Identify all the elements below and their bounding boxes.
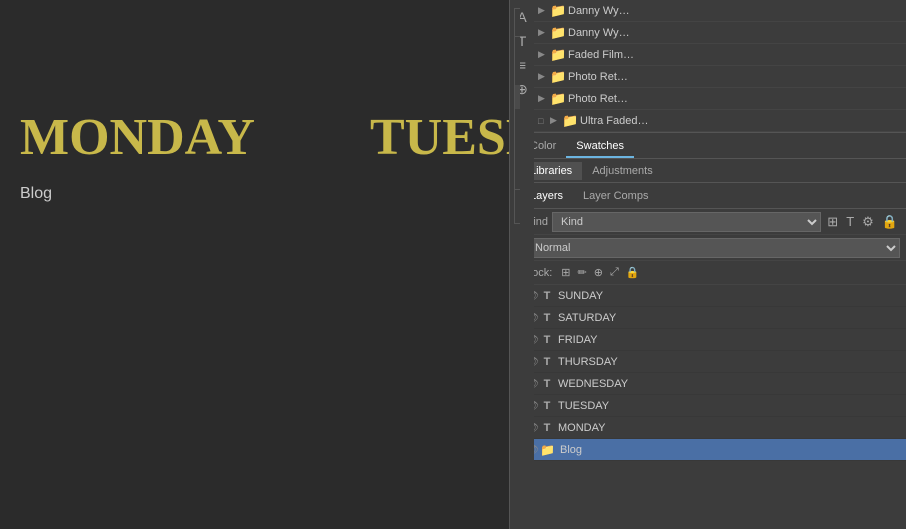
lock-transform-btn[interactable]: ⊕ bbox=[592, 266, 605, 279]
lock-all-btn[interactable]: 🔒 bbox=[624, 266, 642, 279]
lock-filter-btn[interactable]: 🔒 bbox=[880, 214, 900, 230]
top-layer-name-3: Faded Film… bbox=[568, 49, 902, 61]
adjustments-tab[interactable]: Adjustments bbox=[582, 162, 663, 180]
character-styles-panel: Paragr Character Styles ≫ ≡ None Typewri… bbox=[514, 8, 520, 224]
top-layer-name-6: Ultra Faded… bbox=[580, 115, 902, 127]
text-item[interactable]: Text bbox=[515, 85, 520, 109]
color-swatches-tabs: Color Swatches bbox=[520, 133, 906, 159]
type-filter-btn[interactable]: T bbox=[844, 214, 856, 229]
monday-text: MONDAY bbox=[20, 108, 255, 167]
type-icon-thursday: T bbox=[540, 356, 554, 368]
layer-row-thursday[interactable]: 👁 T THURSDAY bbox=[520, 351, 906, 373]
expand-icon-2: ▶ bbox=[538, 27, 550, 38]
kind-row: Kind Kind ⊞ T ⚙ 🔒 bbox=[520, 209, 906, 235]
lock-row: Lock: ⊞ ✏ ⊕ ⤢ 🔒 bbox=[520, 261, 906, 285]
lock-pixels-btn[interactable]: ⊞ bbox=[559, 266, 572, 279]
layer-name-tuesday: TUESDAY bbox=[554, 400, 902, 412]
expand-icon-6: ▶ bbox=[550, 115, 562, 126]
layer-name-sunday: SUNDAY bbox=[554, 290, 902, 302]
folder-icon-3: 📁 bbox=[550, 47, 568, 63]
top-layer-row-3[interactable]: ✓ ▶ 📁 Faded Film… bbox=[520, 44, 906, 66]
blend-mode-select[interactable]: Normal bbox=[526, 238, 900, 258]
expand-icon-4: ▶ bbox=[538, 71, 550, 82]
folder-icon-6: 📁 bbox=[562, 113, 580, 129]
left-toolbar: A T ≡ ⊕ bbox=[509, 0, 534, 529]
layer-name-friday: FRIDAY bbox=[554, 334, 902, 346]
top-layer-row-2[interactable]: ✓ ▶ 📁 Danny Wy… bbox=[520, 22, 906, 44]
dropdown-items: None Typewriter Text bbox=[515, 37, 520, 109]
layers-layercomps-tabs: Layers Layer Comps bbox=[520, 183, 906, 209]
kind-select[interactable]: Kind bbox=[552, 212, 821, 232]
folder-icon-4: 📁 bbox=[550, 69, 568, 85]
dropdown-footer: ↩ ✓ ⊞ 🗑 bbox=[515, 189, 520, 223]
top-layer-name-5: Photo Ret… bbox=[568, 93, 902, 105]
square-icon-6: □ bbox=[538, 116, 550, 126]
layer-name-saturday: SATURDAY bbox=[554, 312, 902, 324]
expand-icon-5: ▶ bbox=[538, 93, 550, 104]
pixel-filter-btn[interactable]: ⊞ bbox=[825, 214, 840, 230]
lock-paint-btn[interactable]: ✏ bbox=[576, 266, 589, 279]
layer-row-monday[interactable]: 👁 T MONDAY bbox=[520, 417, 906, 439]
typewriter-item[interactable]: Typewriter bbox=[515, 61, 520, 85]
layer-comps-tab[interactable]: Layer Comps bbox=[573, 186, 658, 206]
normal-row: Normal bbox=[520, 235, 906, 261]
top-layer-name-1: Danny Wy… bbox=[568, 5, 902, 17]
top-layer-row-5[interactable]: ✓ ▶ 📁 Photo Ret… bbox=[520, 88, 906, 110]
layer-row-sunday[interactable]: 👁 T SUNDAY bbox=[520, 285, 906, 307]
top-layer-row-6[interactable]: ✓ □ ▶ 📁 Ultra Faded… bbox=[520, 110, 906, 132]
folder-icon-2: 📁 bbox=[550, 25, 568, 41]
expand-icon-1: ▶ bbox=[538, 5, 550, 16]
folder-icon-5: 📁 bbox=[550, 91, 568, 107]
type-icon-sunday: T bbox=[540, 290, 554, 302]
layer-row-tuesday[interactable]: 👁 T TUESDAY bbox=[520, 395, 906, 417]
layer-name-wednesday: WEDNESDAY bbox=[554, 378, 902, 390]
top-layer-list: ✓ ▶ 📁 Danny Wy… ✓ ▶ 📁 Danny Wy… ✓ ▶ 📁 Fa… bbox=[520, 0, 906, 133]
layers-scroll: 👁 T SUNDAY 👁 T SATURDAY 👁 T FRIDAY 👁 T T… bbox=[520, 285, 906, 529]
lock-position-btn[interactable]: ⤢ bbox=[608, 266, 621, 279]
layer-name-thursday: THURSDAY bbox=[554, 356, 902, 368]
canvas-content: MONDAY TUESD Blog Paragr Character Style… bbox=[0, 0, 520, 529]
tuesday-text: TUESD bbox=[370, 108, 520, 167]
layer-row-blog[interactable]: 👁 📁 Blog bbox=[520, 439, 906, 461]
layer-row-wednesday[interactable]: 👁 T WEDNESDAY bbox=[520, 373, 906, 395]
layer-name-blog: Blog bbox=[556, 444, 902, 456]
type-icon-friday: T bbox=[540, 334, 554, 346]
libraries-adjustments-tabs: Libraries Adjustments bbox=[520, 159, 906, 183]
type-icon-wednesday: T bbox=[540, 378, 554, 390]
layer-row-friday[interactable]: 👁 T FRIDAY bbox=[520, 329, 906, 351]
dropdown-header: Paragr Character Styles ≫ ≡ bbox=[515, 9, 520, 37]
smart-filter-btn[interactable]: ⚙ bbox=[860, 214, 876, 230]
layer-name-monday: MONDAY bbox=[554, 422, 902, 434]
top-layer-row-1[interactable]: ✓ ▶ 📁 Danny Wy… bbox=[520, 0, 906, 22]
blog-canvas-text: Blog bbox=[20, 185, 52, 203]
top-layer-row-4[interactable]: ✓ ▶ 📁 Photo Ret… bbox=[520, 66, 906, 88]
folder-icon-blog: 📁 bbox=[540, 443, 556, 457]
top-layer-name-4: Photo Ret… bbox=[568, 71, 902, 83]
folder-icon-1: 📁 bbox=[550, 3, 568, 19]
top-layer-name-2: Danny Wy… bbox=[568, 27, 902, 39]
expand-icon-3: ▶ bbox=[538, 49, 550, 60]
right-panel: ✓ ▶ 📁 Danny Wy… ✓ ▶ 📁 Danny Wy… ✓ ▶ 📁 Fa… bbox=[520, 0, 906, 529]
type-icon-saturday: T bbox=[540, 312, 554, 324]
canvas-area: MONDAY TUESD Blog Paragr Character Style… bbox=[0, 0, 520, 529]
swatches-tab[interactable]: Swatches bbox=[566, 136, 634, 158]
none-item[interactable]: None bbox=[515, 37, 520, 61]
type-icon-tuesday: T bbox=[540, 400, 554, 412]
type-icon-monday: T bbox=[540, 422, 554, 434]
layer-row-saturday[interactable]: 👁 T SATURDAY bbox=[520, 307, 906, 329]
